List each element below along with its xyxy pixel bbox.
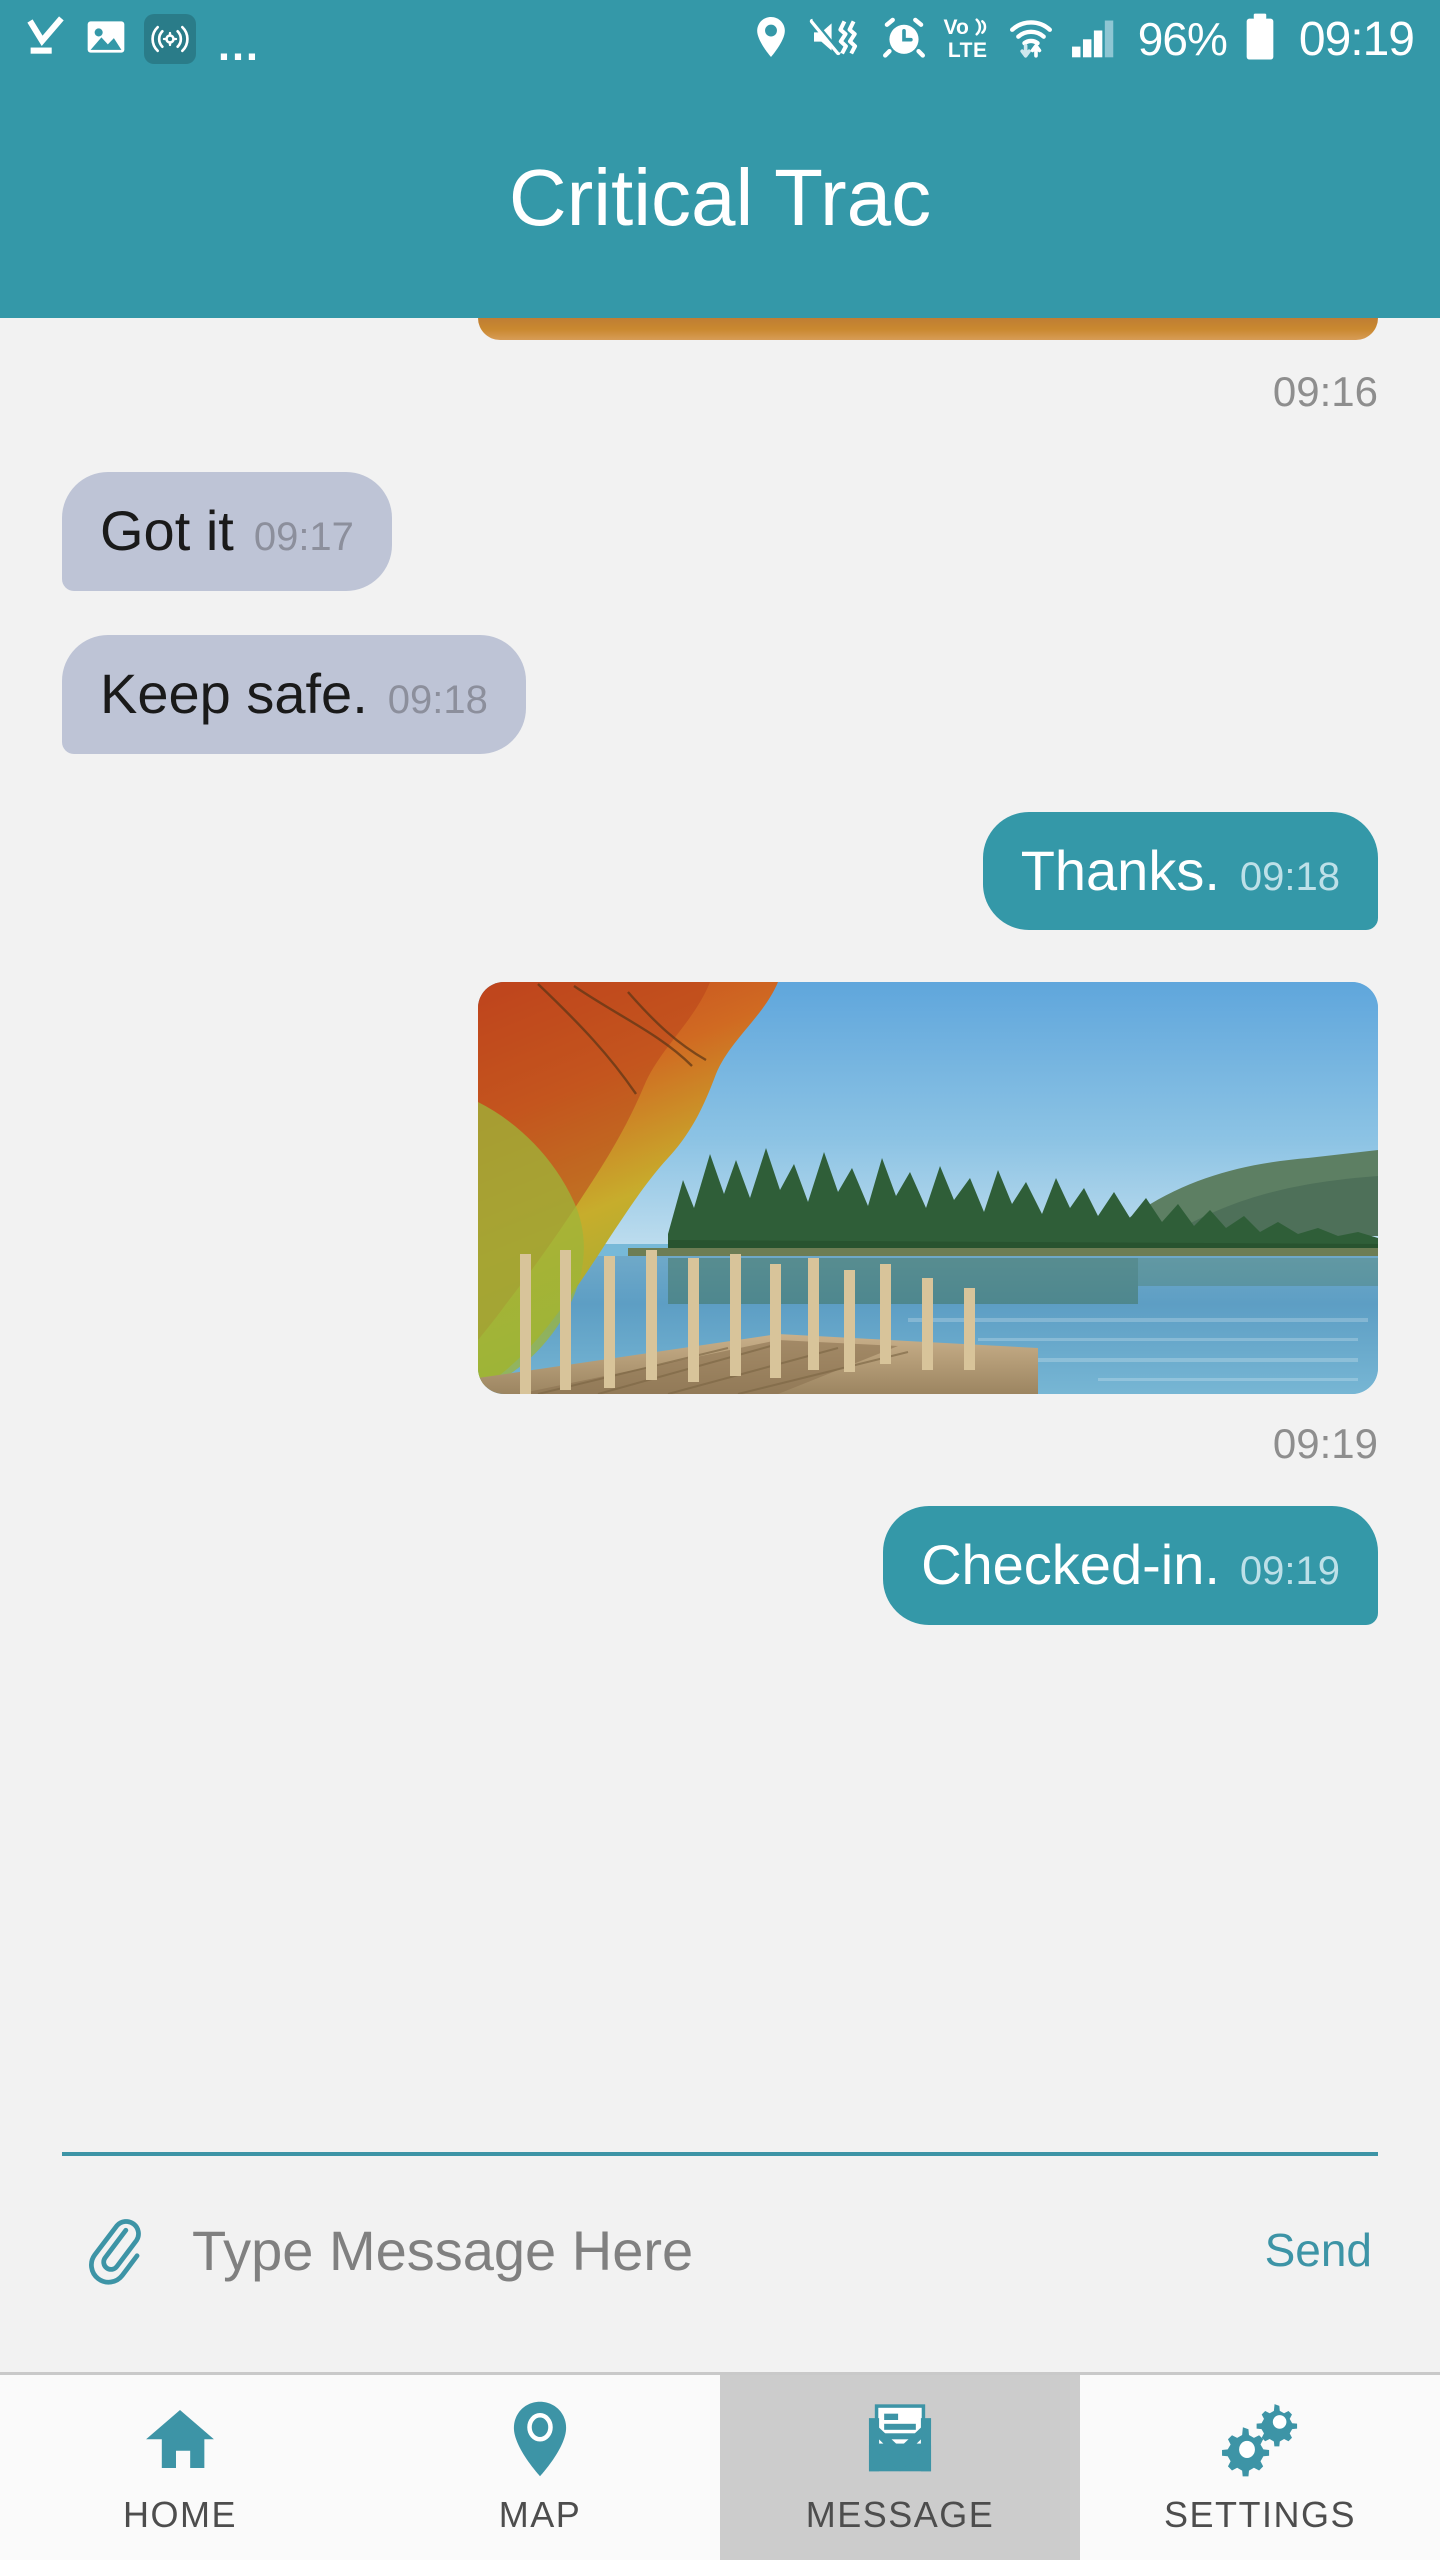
attach-button[interactable] xyxy=(62,2209,192,2292)
message-row-outgoing[interactable]: Checked-in. 09:19 xyxy=(62,1506,1378,1626)
battery-percent-label: 96% xyxy=(1137,13,1228,65)
volte-label-line2: LTE xyxy=(947,39,988,62)
chat-message-list[interactable]: 09:16 Got it 09:17 Keep safe. 09:18 Than… xyxy=(0,318,1440,2152)
page-title: Critical Trac xyxy=(508,153,932,242)
message-timestamp: 09:17 xyxy=(253,515,354,559)
battery-icon xyxy=(1243,12,1277,67)
nav-label-settings: SETTINGS xyxy=(1163,2493,1357,2535)
volte-label-line1: Vo xyxy=(943,16,969,39)
previous-photo-partial[interactable] xyxy=(62,318,1378,340)
message-row-outgoing-photo[interactable] xyxy=(62,982,1378,1395)
nav-label-home: HOME xyxy=(123,2493,237,2535)
status-bar: … Vo LTE 96% 09:19 xyxy=(0,0,1440,78)
image-saved-icon xyxy=(84,15,128,64)
message-text: Got it xyxy=(100,499,234,562)
message-bubble-thanks[interactable]: Thanks. 09:18 xyxy=(982,811,1378,931)
message-text: Keep safe. xyxy=(100,661,368,725)
mute-vibrate-icon xyxy=(808,15,864,64)
message-timestamp: 09:18 xyxy=(387,677,488,722)
app-bar: Critical Trac xyxy=(0,78,1440,318)
status-bar-left-icons: … xyxy=(22,14,263,70)
status-bar-right-icons: Vo LTE 96% 09:19 xyxy=(750,12,1415,67)
message-bubble-got-it[interactable]: Got it 09:17 xyxy=(62,472,392,591)
message-composer: Send xyxy=(62,2152,1378,2344)
app-root: … Vo LTE 96% 09:19 Critical Trac 09:16 G… xyxy=(0,0,1440,2560)
gps-beacon-icon xyxy=(144,14,196,64)
status-clock: 09:19 xyxy=(1298,12,1415,66)
signal-bars-icon xyxy=(1070,14,1122,65)
composer-bottom-spacer xyxy=(0,2344,1440,2372)
nav-label-map: MAP xyxy=(498,2493,582,2535)
location-pin-icon xyxy=(750,14,792,65)
nav-item-message[interactable]: MESSAGE xyxy=(720,2375,1080,2560)
nav-item-map[interactable]: MAP xyxy=(360,2375,720,2560)
message-row-incoming[interactable]: Got it 09:17 xyxy=(62,472,1378,591)
bottom-navigation-bar: HOME MAP MESSAGE SETTINGS xyxy=(0,2372,1440,2560)
message-text: Checked-in. xyxy=(921,1533,1220,1597)
message-row-incoming[interactable]: Keep safe. 09:18 xyxy=(62,634,1378,754)
message-text: Thanks. xyxy=(1020,838,1220,902)
photo-timestamp: 09:19 xyxy=(1272,1420,1378,1468)
paperclip-icon xyxy=(74,2209,152,2292)
map-pin-icon xyxy=(509,2400,571,2478)
volte-icon: Vo LTE xyxy=(944,17,992,61)
download-complete-icon xyxy=(22,14,68,65)
more-notifications-icon: … xyxy=(216,21,263,70)
envelope-icon xyxy=(861,2400,939,2478)
gears-icon xyxy=(1218,2400,1302,2478)
previous-photo-sliver xyxy=(478,318,1378,340)
message-photo-lake[interactable] xyxy=(478,982,1378,1395)
alarm-clock-icon xyxy=(880,14,928,65)
message-bubble-checked-in[interactable]: Checked-in. 09:19 xyxy=(883,1506,1378,1626)
send-button[interactable]: Send xyxy=(1265,2223,1378,2277)
message-input[interactable] xyxy=(192,2217,1265,2283)
message-timestamp: 09:19 xyxy=(1239,1549,1340,1594)
wifi-icon xyxy=(1008,14,1054,65)
previous-photo-timestamp: 09:16 xyxy=(1272,368,1378,415)
message-row-outgoing[interactable]: Thanks. 09:18 xyxy=(62,811,1378,931)
home-icon xyxy=(141,2400,219,2478)
message-timestamp: 09:18 xyxy=(1239,854,1340,899)
nav-label-message: MESSAGE xyxy=(805,2493,995,2535)
message-bubble-keep-safe[interactable]: Keep safe. 09:18 xyxy=(62,634,526,754)
nav-item-settings[interactable]: SETTINGS xyxy=(1080,2375,1440,2560)
nav-item-home[interactable]: HOME xyxy=(0,2375,360,2560)
